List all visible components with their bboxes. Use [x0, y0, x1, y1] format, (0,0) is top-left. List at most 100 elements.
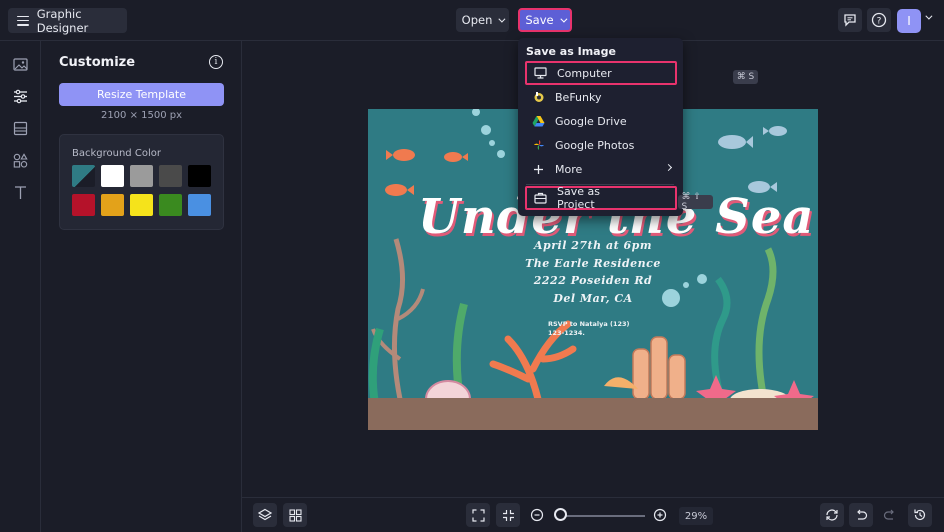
save-as-project-label: Save as Project: [557, 185, 600, 211]
background-color-label: Background Color: [72, 148, 161, 159]
computer-shortcut: ⌘ S: [732, 70, 759, 84]
help-icon: ?: [871, 12, 887, 28]
comments-button[interactable]: [838, 8, 862, 32]
zoom-slider-handle[interactable]: [554, 508, 567, 521]
image-icon: [12, 57, 28, 71]
chevron-down-icon: [559, 15, 568, 23]
invite-details: April 27th at 6pm The Earle Residence 22…: [510, 237, 676, 307]
tool-rail: [0, 41, 41, 532]
info-icon[interactable]: i: [209, 55, 223, 69]
chevron-down-icon: [498, 15, 506, 23]
text-icon: [14, 185, 26, 199]
save-to-google-drive-label: Google Drive: [555, 114, 627, 128]
rail-graphics[interactable]: [11, 151, 29, 169]
save-to-google-photos-item[interactable]: Google Photos: [525, 133, 677, 157]
more-label: More: [555, 162, 583, 176]
expand-icon: [471, 508, 485, 522]
resize-template-button[interactable]: Resize Template: [59, 83, 224, 106]
color-swatch[interactable]: [101, 194, 124, 216]
color-swatch[interactable]: [188, 165, 211, 187]
layers-icon: [258, 508, 272, 521]
chevron-right-icon: [664, 163, 673, 172]
rsvp-line-2: 123-1234.: [548, 329, 585, 337]
fit-to-screen-button[interactable]: [466, 503, 490, 527]
redo-button[interactable]: [878, 503, 902, 527]
rail-customize[interactable]: [11, 87, 29, 105]
briefcase-icon: [534, 192, 547, 205]
zoom-out-button[interactable]: [525, 503, 549, 527]
zoom-in-button[interactable]: [648, 503, 672, 527]
bottom-toolbar: 29%: [242, 497, 944, 532]
zoom-in-icon: [653, 508, 667, 522]
save-to-computer-label: Computer: [557, 66, 612, 80]
grid-icon: [288, 508, 302, 522]
open-button[interactable]: Open: [456, 8, 509, 32]
invite-venue: The Earle Residence: [525, 256, 661, 270]
zoom-level[interactable]: 29%: [679, 507, 713, 525]
google-photos-icon: [532, 139, 545, 152]
shapes-icon: [13, 152, 28, 168]
reset-button[interactable]: [820, 503, 844, 527]
save-as-image-header: Save as Image: [526, 45, 616, 58]
customize-panel: Customize i Resize Template 2100 × 1500 …: [41, 41, 242, 532]
app-title: Graphic Designer: [36, 6, 89, 35]
history-button[interactable]: [908, 503, 932, 527]
sliders-icon: [13, 89, 27, 103]
chevron-down-icon[interactable]: [925, 12, 933, 20]
befunky-icon: [532, 91, 545, 104]
template-dimensions: 2100 × 1500 px: [100, 110, 183, 121]
invite-date: April 27th at 6pm: [534, 239, 652, 252]
invite-address: 2222 Poseiden Rd: [533, 274, 653, 287]
zoom-slider-track[interactable]: [562, 515, 645, 517]
more-options-item[interactable]: More: [525, 157, 677, 181]
grid-button[interactable]: [283, 503, 307, 527]
save-to-google-drive-item[interactable]: Google Drive: [525, 109, 677, 133]
color-swatch[interactable]: [72, 165, 95, 187]
color-swatch[interactable]: [101, 165, 124, 187]
panel-title: Customize: [59, 55, 136, 70]
save-button[interactable]: Save: [518, 8, 572, 32]
history-icon: [914, 509, 926, 521]
help-button[interactable]: ?: [867, 8, 891, 32]
refresh-icon: [826, 509, 838, 521]
color-swatch[interactable]: [159, 194, 182, 216]
svg-text:?: ?: [877, 17, 882, 27]
color-swatch[interactable]: [130, 165, 153, 187]
save-to-befunky-label: BeFunky: [555, 90, 602, 104]
invite-rsvp: RSVP to Natalya (123) 123-1234.: [548, 320, 630, 338]
google-drive-icon: [532, 115, 545, 128]
save-to-google-photos-label: Google Photos: [555, 138, 635, 152]
open-label: Open: [461, 13, 493, 27]
project-shortcut: ⌘ ⇧ S: [677, 192, 713, 212]
color-swatch[interactable]: [188, 194, 211, 216]
undo-icon: [857, 509, 868, 520]
save-to-computer-item[interactable]: Computer ⌘ S: [525, 61, 759, 85]
monitor-icon: [534, 67, 547, 80]
redo-icon: [883, 509, 894, 520]
rail-layouts[interactable]: [11, 119, 29, 137]
save-label: Save: [525, 13, 554, 27]
save-to-befunky-item[interactable]: BeFunky: [525, 85, 677, 109]
color-swatch[interactable]: [130, 194, 153, 216]
color-swatch[interactable]: [72, 194, 95, 216]
rsvp-line-1: RSVP to Natalya (123): [548, 320, 630, 328]
plus-icon: [532, 163, 545, 176]
save-dropdown-menu: Save as Image Computer ⌘ S BeFunky Googl…: [518, 38, 759, 216]
undo-button[interactable]: [849, 503, 873, 527]
collapse-icon: [502, 509, 514, 521]
layers-button[interactable]: [253, 503, 277, 527]
actual-size-button[interactable]: [496, 503, 520, 527]
zoom-out-icon: [530, 508, 544, 522]
color-swatch[interactable]: [159, 165, 182, 187]
rail-image-manager[interactable]: [11, 55, 29, 73]
rail-text[interactable]: [11, 183, 29, 201]
sand-floor: [368, 398, 818, 430]
background-color-card: Background Color: [59, 134, 224, 230]
top-bar: Graphic Designer Open Save ? I: [0, 0, 944, 41]
app-menu-button[interactable]: Graphic Designer: [8, 6, 127, 35]
user-avatar[interactable]: I: [897, 9, 921, 33]
hamburger-icon: [17, 15, 29, 26]
save-as-project-item[interactable]: Save as Project ⌘ ⇧ S: [525, 185, 713, 212]
comment-icon: [844, 14, 856, 27]
invite-city: Del Mar, CA: [553, 291, 633, 305]
